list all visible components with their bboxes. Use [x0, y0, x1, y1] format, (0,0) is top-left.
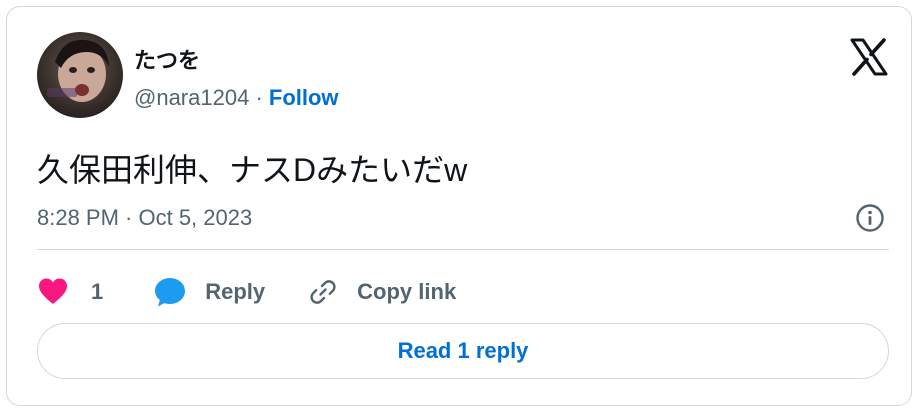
reply-button[interactable]: Reply — [153, 275, 265, 309]
avatar-photo — [47, 39, 109, 102]
like-button[interactable]: 1 — [37, 276, 103, 308]
info-icon[interactable] — [855, 203, 885, 233]
follow-button[interactable]: Follow — [269, 85, 339, 110]
copy-link-button[interactable]: Copy link — [307, 276, 456, 308]
like-count: 1 — [91, 279, 104, 304]
tweet-text: 久保田利伸、ナスDみたいだw — [37, 152, 468, 188]
handle-line: @nara1204 · Follow — [134, 85, 339, 111]
avatar[interactable] — [37, 32, 123, 118]
read-replies-label: Read 1 reply — [397, 338, 529, 363]
action-bar: 1 Reply Copy link — [37, 272, 456, 312]
handle-separator: · — [255, 85, 263, 110]
tweet-embed-card: たつを @nara1204 · Follow 久保田利伸、ナスDみたいだw 8:… — [6, 6, 912, 406]
x-logo-icon[interactable] — [849, 37, 889, 77]
speech-bubble-icon — [155, 278, 186, 307]
divider — [37, 249, 889, 250]
user-handle[interactable]: @nara1204 — [134, 85, 249, 110]
copy-link-label: Copy link — [357, 279, 457, 304]
heart-icon — [39, 278, 67, 304]
tweet-timestamp[interactable]: 8:28 PM · Oct 5, 2023 — [37, 205, 252, 231]
link-icon — [310, 280, 336, 304]
read-replies-button[interactable]: Read 1 reply — [37, 323, 889, 379]
reply-label: Reply — [205, 279, 266, 304]
display-name[interactable]: たつを — [134, 43, 200, 75]
